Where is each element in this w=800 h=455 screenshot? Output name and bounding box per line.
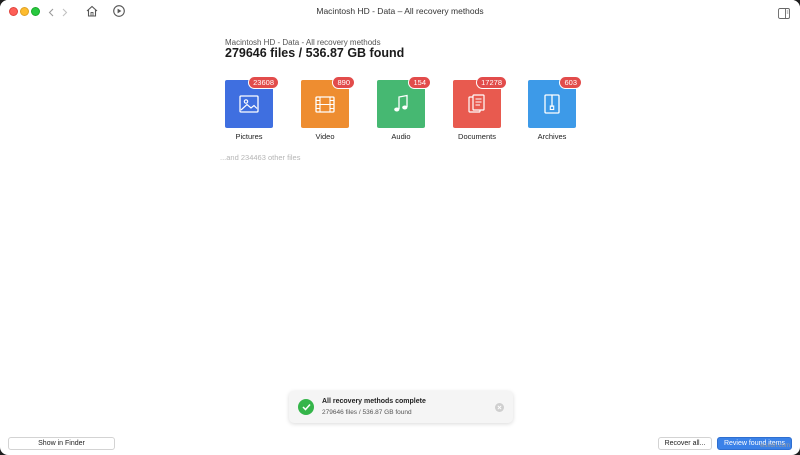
category-label: Pictures bbox=[235, 132, 263, 141]
archive-icon bbox=[544, 94, 560, 114]
sidebar-toggle-button[interactable] bbox=[778, 6, 790, 19]
category-tile[interactable]: 890 bbox=[301, 76, 355, 128]
completion-toast: All recovery methods complete 279646 fil… bbox=[289, 391, 513, 423]
category-pictures[interactable]: 23608 Pictures bbox=[225, 76, 279, 141]
category-label: Audio bbox=[391, 132, 411, 141]
category-label: Video bbox=[315, 132, 335, 141]
film-icon bbox=[315, 95, 335, 113]
toast-close-button[interactable] bbox=[495, 403, 504, 412]
toast-subtitle: 279646 files / 536.87 GB found bbox=[322, 409, 412, 416]
window-title: Macintosh HD - Data – All recovery metho… bbox=[316, 6, 484, 16]
other-files-link[interactable]: ...and 234463 other files bbox=[220, 153, 300, 162]
music-note-icon bbox=[394, 94, 408, 112]
category-audio[interactable]: 154 Audio bbox=[377, 76, 431, 141]
sidebar-icon bbox=[778, 8, 790, 19]
category-tile[interactable]: 17278 bbox=[453, 76, 507, 128]
check-circle-icon bbox=[298, 399, 314, 415]
watermark: wsxdn.com bbox=[760, 443, 791, 449]
close-icon bbox=[497, 405, 502, 410]
toast-title: All recovery methods complete bbox=[322, 398, 426, 405]
count-badge: 17278 bbox=[476, 76, 507, 89]
image-icon bbox=[239, 95, 259, 113]
recover-all-button[interactable]: Recover all... bbox=[658, 437, 712, 450]
category-video[interactable]: 890 Video bbox=[301, 76, 355, 141]
category-tile[interactable]: 603 bbox=[528, 76, 582, 128]
category-tile[interactable]: 23608 bbox=[225, 76, 279, 128]
page-title: 279646 files / 536.87 GB found bbox=[225, 46, 405, 60]
count-badge: 603 bbox=[559, 76, 582, 89]
category-archives[interactable]: 603 Archives bbox=[528, 76, 582, 141]
app-window: Macintosh HD - Data – All recovery metho… bbox=[0, 0, 800, 455]
title-bar: Macintosh HD - Data – All recovery metho… bbox=[0, 0, 800, 24]
category-label: Archives bbox=[537, 132, 567, 141]
show-in-finder-button[interactable]: Show in Finder bbox=[8, 437, 115, 450]
count-badge: 23608 bbox=[248, 76, 279, 89]
category-tile[interactable]: 154 bbox=[377, 76, 431, 128]
category-documents[interactable]: 17278 Documents bbox=[453, 76, 507, 141]
count-badge: 890 bbox=[332, 76, 355, 89]
count-badge: 154 bbox=[408, 76, 431, 89]
document-icon bbox=[468, 94, 485, 113]
